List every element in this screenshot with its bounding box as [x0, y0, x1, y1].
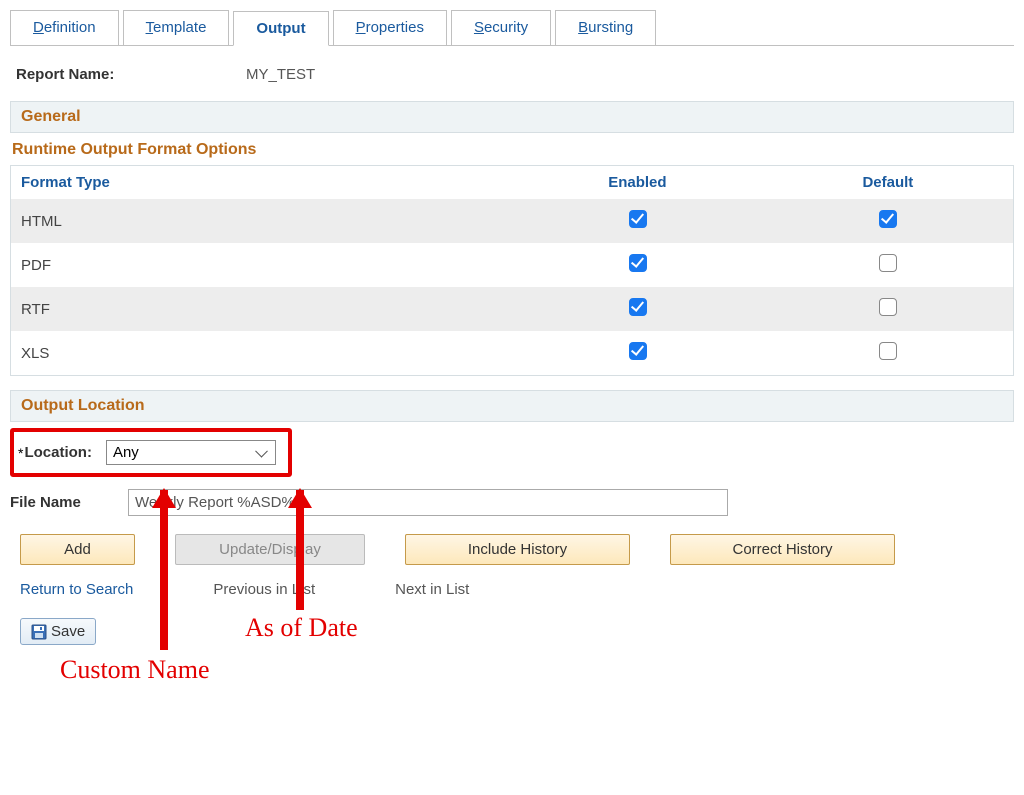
- section-output-location: Output Location: [10, 390, 1014, 422]
- tab-output[interactable]: Output: [233, 11, 328, 46]
- correct-history-button[interactable]: Correct History: [670, 534, 895, 565]
- table-row: PDF: [11, 243, 1014, 287]
- enabled-checkbox[interactable]: [629, 210, 647, 228]
- table-row: HTML: [11, 199, 1014, 243]
- table-row: RTF: [11, 287, 1014, 331]
- report-name-row: Report Name: MY_TEST: [10, 66, 1014, 83]
- location-highlight-box: * Location: Any: [10, 428, 292, 477]
- annotation-as-of-date: As of Date: [245, 613, 358, 643]
- tab-template[interactable]: Template: [123, 10, 230, 45]
- table-row: XLS: [11, 331, 1014, 376]
- section-general: General: [10, 101, 1014, 133]
- format-type-cell: HTML: [11, 199, 513, 243]
- location-select[interactable]: Any: [106, 440, 276, 465]
- default-checkbox[interactable]: [879, 298, 897, 316]
- tab-properties[interactable]: Properties: [333, 10, 447, 45]
- enabled-checkbox[interactable]: [629, 342, 647, 360]
- update-display-button[interactable]: Update/Display: [175, 534, 365, 565]
- next-in-list[interactable]: Next in List: [395, 581, 469, 598]
- filename-label: File Name: [10, 494, 128, 511]
- annotation-custom-name: Custom Name: [60, 655, 210, 685]
- report-name-label: Report Name:: [16, 66, 246, 83]
- col-format-type: Format Type: [11, 166, 513, 200]
- col-default: Default: [763, 166, 1014, 200]
- format-table: Format Type Enabled Default HTML PDF RTF: [10, 165, 1014, 376]
- previous-in-list[interactable]: Previous in List: [213, 581, 315, 598]
- format-type-cell: PDF: [11, 243, 513, 287]
- format-type-cell: XLS: [11, 331, 513, 376]
- save-icon: [31, 624, 47, 640]
- include-history-button[interactable]: Include History: [405, 534, 630, 565]
- button-row: Add Update/Display Include History Corre…: [10, 534, 1014, 565]
- col-enabled: Enabled: [512, 166, 763, 200]
- save-button-label: Save: [51, 623, 85, 640]
- add-button[interactable]: Add: [20, 534, 135, 565]
- enabled-checkbox[interactable]: [629, 298, 647, 316]
- default-checkbox[interactable]: [879, 342, 897, 360]
- nav-row: Return to Search Previous in List Next i…: [10, 581, 1014, 598]
- format-type-cell: RTF: [11, 287, 513, 331]
- required-star-icon: *: [18, 445, 23, 461]
- filename-row: File Name: [10, 489, 1014, 516]
- default-checkbox[interactable]: [879, 210, 897, 228]
- runtime-output-title: Runtime Output Format Options: [10, 133, 1014, 165]
- location-label: Location:: [24, 444, 92, 461]
- tab-security[interactable]: Security: [451, 10, 551, 45]
- enabled-checkbox[interactable]: [629, 254, 647, 272]
- save-button[interactable]: Save: [20, 618, 96, 645]
- default-checkbox[interactable]: [879, 254, 897, 272]
- tab-bursting[interactable]: Bursting: [555, 10, 656, 45]
- return-to-search-link[interactable]: Return to Search: [20, 581, 133, 598]
- filename-input[interactable]: [128, 489, 728, 516]
- tab-bar: Definition Template Output Properties Se…: [10, 10, 1014, 46]
- tab-definition[interactable]: Definition: [10, 10, 119, 45]
- report-name-value: MY_TEST: [246, 66, 315, 83]
